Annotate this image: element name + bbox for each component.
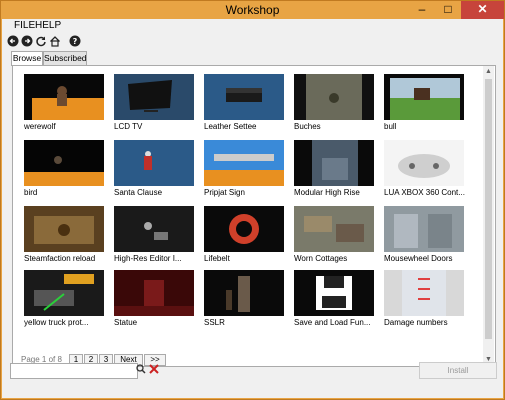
search-icon[interactable] — [136, 364, 146, 377]
workshop-item[interactable]: Mousewheel Doors — [384, 206, 466, 268]
item-title: LUA XBOX 360 Cont... — [384, 188, 465, 197]
browse-panel: werewolf LCD TV Leather Settee Buches bull bi… — [12, 65, 496, 367]
title-bar[interactable]: Workshop – □ ✕ — [1, 1, 504, 19]
item-thumbnail[interactable] — [114, 206, 194, 252]
workshop-item[interactable]: Buches — [294, 74, 376, 136]
item-thumbnail[interactable] — [24, 74, 104, 120]
workshop-item[interactable]: Modular High Rise — [294, 140, 376, 202]
item-thumbnail[interactable] — [204, 74, 284, 120]
item-title: bird — [24, 188, 38, 197]
item-thumbnail[interactable] — [114, 140, 194, 186]
item-title: Pripjat Sign — [204, 188, 245, 197]
item-title: Steamfaction reload — [24, 254, 96, 263]
item-thumbnail[interactable] — [384, 74, 464, 120]
item-title: Mousewheel Doors — [384, 254, 453, 263]
item-title: yellow truck prot... — [24, 318, 89, 327]
workshop-item[interactable]: LUA XBOX 360 Cont... — [384, 140, 466, 202]
workshop-item[interactable]: Save and Load Fun... — [294, 270, 376, 332]
item-title: Buches — [294, 122, 321, 131]
workshop-item[interactable]: Statue — [114, 270, 196, 332]
item-thumbnail[interactable] — [24, 140, 104, 186]
menu-file[interactable]: FILE — [14, 20, 35, 31]
scroll-thumb[interactable] — [485, 79, 492, 339]
clear-search-icon[interactable] — [149, 364, 159, 377]
tab-subscribed[interactable]: Subscribed — [43, 51, 87, 65]
workshop-item[interactable]: bird — [24, 140, 106, 202]
workshop-item[interactable]: SSLR — [204, 270, 286, 332]
item-thumbnail[interactable] — [204, 270, 284, 316]
workshop-item[interactable]: yellow truck prot... — [24, 270, 106, 332]
svg-text:?: ? — [73, 37, 78, 46]
tab-browse[interactable]: Browse — [11, 51, 43, 66]
item-title: bull — [384, 122, 397, 131]
workshop-item[interactable]: Worn Cottages — [294, 206, 376, 268]
install-button[interactable]: Install — [419, 362, 497, 379]
forward-icon[interactable] — [21, 35, 33, 47]
workshop-item[interactable]: werewolf — [24, 74, 106, 136]
minimize-button[interactable]: – — [409, 1, 435, 19]
workshop-item[interactable]: Steamfaction reload — [24, 206, 106, 268]
item-title: Save and Load Fun... — [294, 318, 371, 327]
item-title: Santa Clause — [114, 188, 163, 197]
item-thumbnail[interactable] — [294, 206, 374, 252]
item-title: Worn Cottages — [294, 254, 348, 263]
workshop-item[interactable]: LCD TV — [114, 74, 196, 136]
item-title: SSLR — [204, 318, 225, 327]
item-thumbnail[interactable] — [24, 270, 104, 316]
back-icon[interactable] — [7, 35, 19, 47]
item-thumbnail[interactable] — [114, 270, 194, 316]
item-thumbnail[interactable] — [204, 206, 284, 252]
menu-help[interactable]: HELP — [35, 20, 61, 31]
item-thumbnail[interactable] — [384, 270, 464, 316]
close-button[interactable]: ✕ — [461, 1, 504, 19]
item-thumbnail[interactable] — [384, 206, 464, 252]
maximize-button[interactable]: □ — [435, 1, 461, 19]
workshop-item[interactable]: Leather Settee — [204, 74, 286, 136]
item-title: Statue — [114, 318, 138, 327]
item-title: LCD TV — [114, 122, 143, 131]
workshop-item[interactable]: High-Res Editor I... — [114, 206, 196, 268]
workshop-window: Workshop – □ ✕ FILE HELP ? Browse Subscr… — [0, 0, 505, 400]
item-thumbnail[interactable] — [204, 140, 284, 186]
item-title: Modular High Rise — [294, 188, 360, 197]
menu-bar: FILE HELP — [2, 19, 503, 33]
item-title: Leather Settee — [204, 122, 257, 131]
help-icon[interactable]: ? — [69, 35, 81, 47]
scroll-up-icon[interactable]: ▲ — [483, 67, 494, 76]
item-title: werewolf — [24, 122, 56, 131]
item-title: Damage numbers — [384, 318, 448, 327]
workshop-item[interactable]: bull — [384, 74, 466, 136]
item-title: Lifebelt — [204, 254, 230, 263]
search-input[interactable] — [10, 363, 138, 379]
item-thumbnail[interactable] — [384, 140, 464, 186]
workshop-item[interactable]: Santa Clause — [114, 140, 196, 202]
refresh-icon[interactable] — [35, 35, 47, 47]
item-thumbnail[interactable] — [24, 206, 104, 252]
item-thumbnail[interactable] — [114, 74, 194, 120]
item-thumbnail[interactable] — [294, 140, 374, 186]
item-thumbnail[interactable] — [294, 270, 374, 316]
client-area: FILE HELP ? Browse Subscribed werewolf L… — [2, 19, 503, 398]
item-thumbnail[interactable] — [294, 74, 374, 120]
workshop-item[interactable]: Pripjat Sign — [204, 140, 286, 202]
workshop-item[interactable]: Lifebelt — [204, 206, 286, 268]
workshop-item[interactable]: Damage numbers — [384, 270, 466, 332]
item-title: High-Res Editor I... — [114, 254, 182, 263]
item-grid: werewolf LCD TV Leather Settee Buches bull bi… — [13, 66, 483, 366]
home-icon[interactable] — [49, 35, 61, 47]
vertical-scrollbar[interactable]: ▲ ▼ — [483, 66, 494, 366]
